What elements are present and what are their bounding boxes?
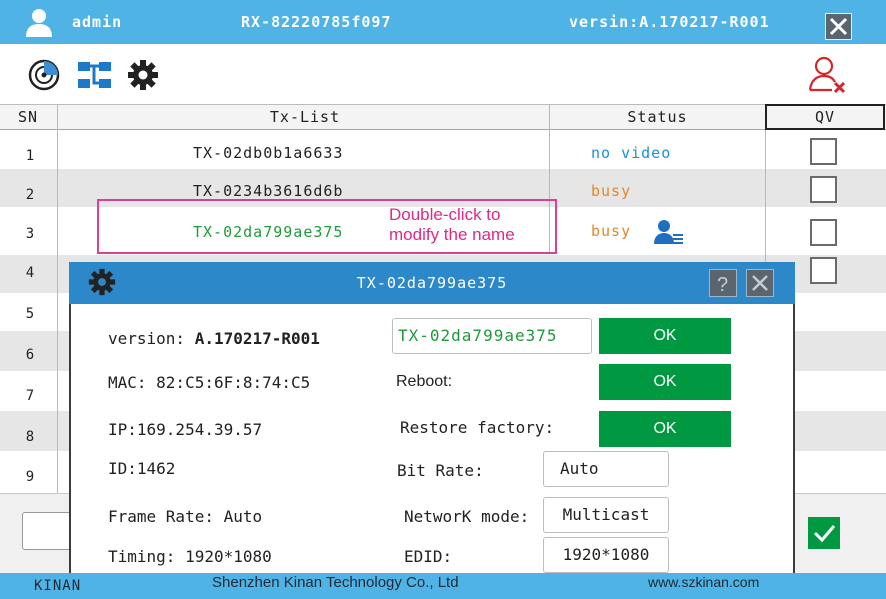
- qv-checkbox[interactable]: [810, 219, 837, 246]
- row-sn: 2: [25, 187, 35, 203]
- restore-ok-button[interactable]: OK: [599, 411, 731, 447]
- radar-icon[interactable]: [28, 59, 62, 91]
- mac-address: MAC: 82:C5:6F:8:74:C5: [108, 373, 311, 392]
- version-label: version:: [108, 329, 195, 348]
- user-icon[interactable]: [24, 7, 54, 37]
- dialog-close-button[interactable]: [746, 269, 774, 297]
- user-assign-icon[interactable]: [654, 219, 684, 245]
- close-icon: [752, 275, 768, 291]
- device-id-value: ID:1462: [108, 459, 176, 478]
- tx-name[interactable]: TX-02db0b1a6633: [193, 144, 343, 162]
- tx-name[interactable]: TX-0234b3616d6b: [193, 182, 343, 200]
- version-label: versin:A.170217-R001: [569, 13, 770, 31]
- restore-factory-label: Restore factory:: [400, 418, 555, 437]
- network-mode-label: NetworK mode:: [404, 507, 530, 526]
- qv-checkbox[interactable]: [810, 176, 837, 203]
- edid-label: EDID:: [404, 547, 453, 566]
- footer-company: Shenzhen Kinan Technology Co., Ltd: [212, 574, 459, 591]
- ip-address: IP:169.254.39.57: [108, 420, 263, 439]
- settings-gear-icon[interactable]: [127, 59, 159, 91]
- rename-ok-button[interactable]: OK: [599, 318, 731, 354]
- row-sn: 1: [25, 148, 35, 164]
- footer-website[interactable]: www.szkinan.com: [648, 574, 759, 590]
- bit-rate-select[interactable]: Auto: [543, 451, 669, 487]
- column-divider: [57, 104, 58, 494]
- qv-checkbox[interactable]: [810, 138, 837, 165]
- bit-rate-label: Bit Rate:: [397, 461, 484, 480]
- version-value: A.170217-R001: [194, 329, 320, 348]
- qv-checkbox[interactable]: [810, 257, 837, 284]
- username: admin: [72, 13, 123, 31]
- row-sn: 7: [25, 388, 35, 404]
- device-id: RX-82220785f097: [241, 13, 392, 31]
- status-header: Status: [627, 108, 688, 126]
- txlist-header: Tx-List: [269, 108, 341, 126]
- topology-icon[interactable]: [77, 59, 113, 91]
- edid-select[interactable]: 1920*1080: [543, 537, 669, 573]
- timing: Timing: 1920*1080: [108, 547, 272, 566]
- tx-status: busy: [591, 222, 632, 240]
- confirm-button[interactable]: [808, 517, 840, 549]
- top-bar: admin RX-82220785f097 versin:A.170217-R0…: [0, 0, 886, 44]
- row-sn: 3: [25, 226, 35, 242]
- row-sn: 9: [25, 469, 35, 485]
- logout-user-icon[interactable]: [808, 56, 848, 94]
- close-button[interactable]: [825, 13, 852, 40]
- tx-status: busy: [591, 182, 632, 200]
- tx-name-input[interactable]: TX-02da799ae375: [392, 318, 592, 354]
- sn-header: SN: [17, 108, 39, 126]
- hint-line: modify the name: [389, 225, 515, 244]
- qv-header: QV: [814, 108, 836, 126]
- row-sn: 6: [25, 347, 35, 363]
- check-icon: [813, 525, 836, 543]
- tx-status: no video: [591, 144, 672, 162]
- reboot-ok-button[interactable]: OK: [599, 364, 731, 400]
- hint-line: Double-click to: [389, 205, 501, 224]
- reboot-label: Reboot:: [396, 373, 453, 390]
- row-sn: 5: [25, 306, 35, 322]
- question-icon: ?: [717, 274, 728, 296]
- hint-text: Double-click to modify the name: [389, 205, 515, 245]
- table-row[interactable]: [0, 131, 886, 169]
- close-icon: [829, 17, 848, 36]
- version-row: version: A.170217-R001: [108, 329, 320, 348]
- frame-rate: Frame Rate: Auto: [108, 507, 263, 526]
- column-divider: [765, 130, 766, 264]
- network-mode-select[interactable]: Multicast: [543, 497, 669, 533]
- footer-brand: KINAN: [34, 578, 82, 594]
- dialog-title: TX-02da799ae375: [356, 274, 508, 292]
- svg-text:?: ?: [717, 274, 728, 296]
- row-sn: 4: [25, 265, 35, 281]
- dialog-help-button[interactable]: ?: [709, 269, 737, 297]
- row-sn: 8: [25, 429, 35, 445]
